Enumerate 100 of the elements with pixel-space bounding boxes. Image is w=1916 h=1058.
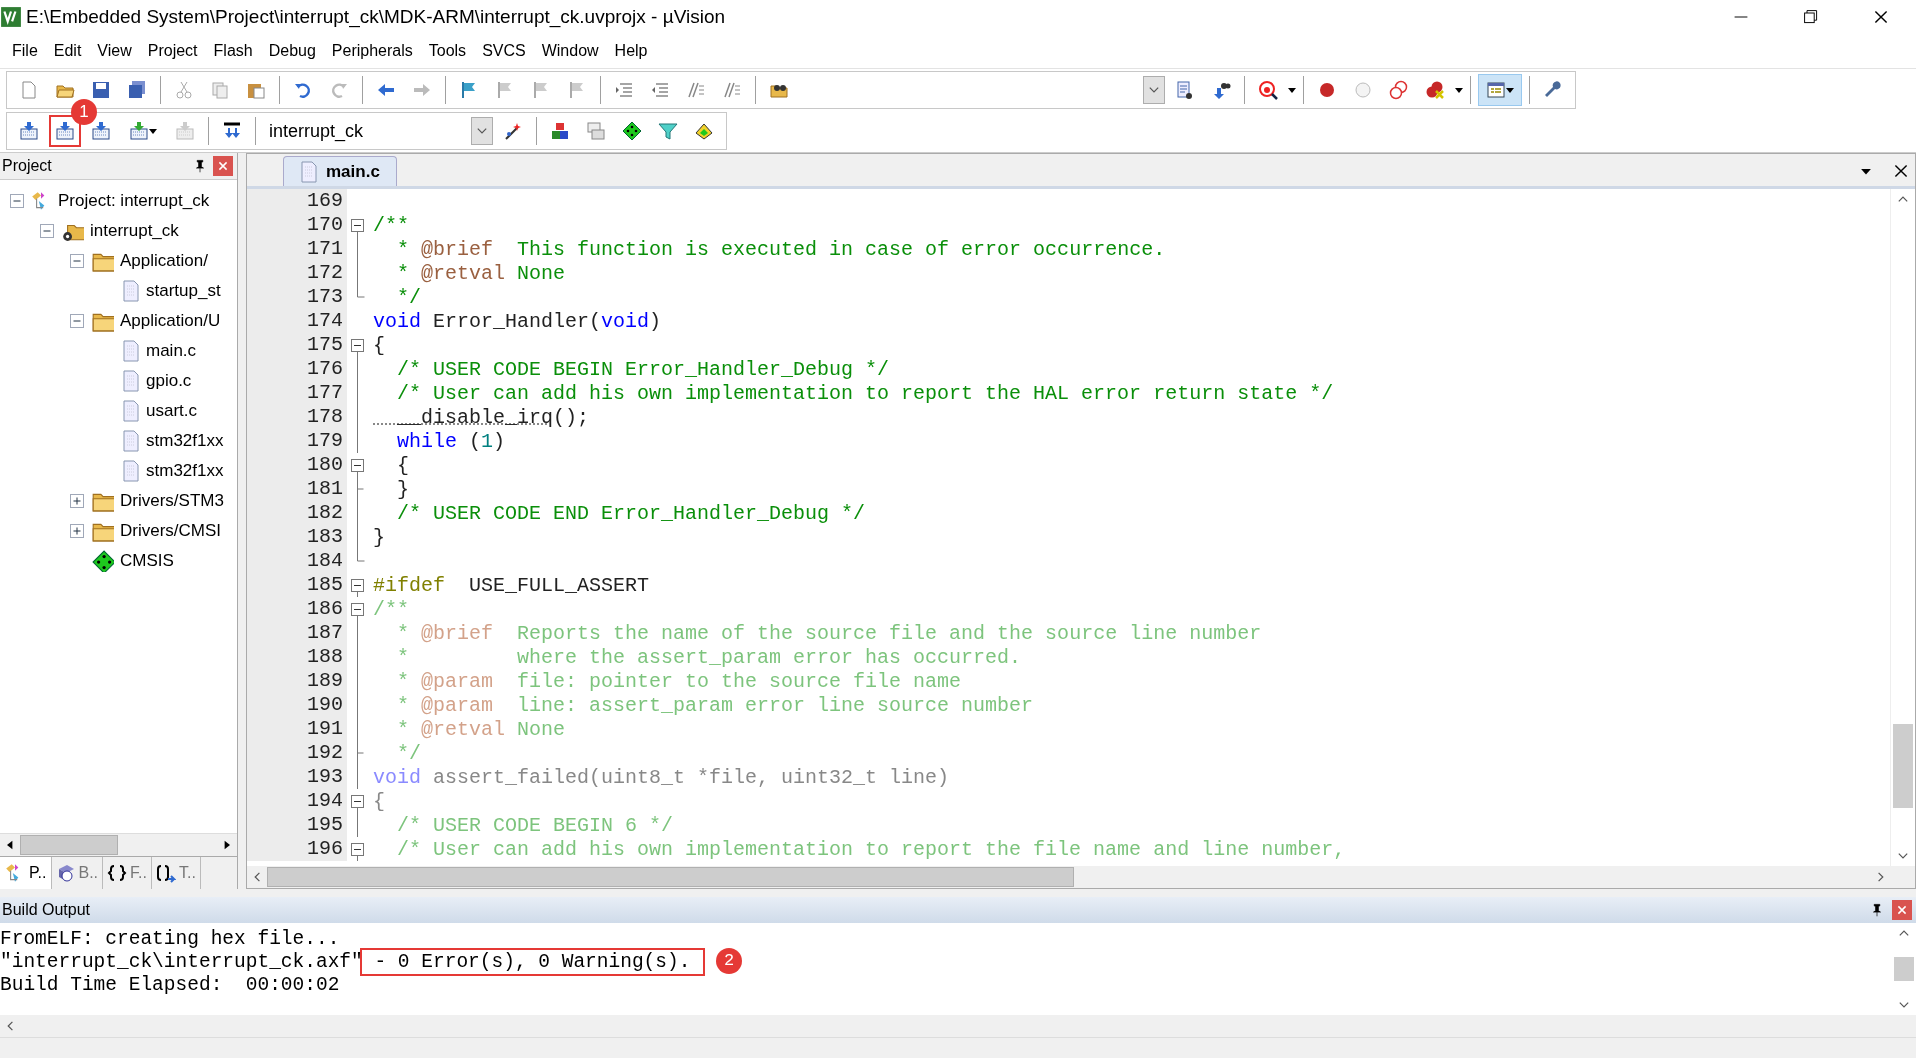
file-icon: [122, 340, 140, 362]
fold-line: [357, 813, 358, 837]
target-select[interactable]: interrupt_ck: [263, 116, 493, 146]
collapse-toggle[interactable]: [70, 254, 84, 268]
collapse-toggle[interactable]: [40, 224, 54, 238]
menu-item[interactable]: Help: [606, 38, 656, 64]
caret-icon: [1506, 87, 1514, 93]
code-line: }: [373, 525, 385, 549]
fold-toggle[interactable]: [351, 459, 364, 477]
tree-item[interactable]: gpio.c: [146, 371, 192, 391]
menu-item[interactable]: Flash: [205, 38, 261, 64]
expand-toggle[interactable]: [70, 494, 84, 508]
menu-item[interactable]: Debug: [260, 38, 324, 64]
panel-close-button[interactable]: [1892, 900, 1912, 920]
window-layout-icon: [1486, 80, 1506, 100]
code-line: /* User can add his own implementation to report the HAL error return state */: [396, 381, 1334, 405]
caret-icon: [1455, 87, 1463, 93]
caret-icon: [1288, 87, 1296, 93]
code-line: * @brief This function is executed in case of error occurrence.: [396, 237, 1166, 261]
code-line: }: [396, 477, 409, 501]
code-line: void assert_failed(uint8_t *file, uint32_t line): [373, 765, 950, 789]
line-number: 193: [247, 765, 347, 789]
line-number: 171: [247, 237, 347, 261]
window-layout-button[interactable]: [1478, 74, 1522, 106]
fold-toggle[interactable]: [351, 843, 364, 861]
code-line: /* User can add his own implementation to report the file name and line number,: [396, 837, 1346, 861]
line-number: 170: [247, 213, 347, 237]
file-icon: [122, 370, 140, 392]
menu-item[interactable]: Tools: [420, 38, 475, 64]
diamond-pack-icon: [694, 121, 714, 141]
minimize-icon: [1733, 16, 1749, 18]
line-number: 184: [247, 549, 347, 573]
menu-item[interactable]: Project: [139, 38, 206, 64]
tree-item[interactable]: interrupt_ck: [90, 221, 179, 241]
scrollbar-thumb[interactable]: [267, 867, 1074, 887]
tree-item[interactable]: Application/: [120, 251, 208, 271]
panel-tab[interactable]: P..: [0, 857, 52, 889]
line-number: 186: [247, 597, 347, 621]
tree-item[interactable]: Drivers/STM3: [120, 491, 224, 511]
code-line: /* USER CODE BEGIN 6 */: [396, 813, 674, 837]
code-line: * @brief Reports the name of the source file and the source line number: [396, 621, 1262, 645]
save-icon: [91, 80, 111, 100]
line-number: 195: [247, 813, 347, 837]
fold-toggle[interactable]: [351, 795, 364, 813]
menu-item[interactable]: Edit: [45, 38, 90, 64]
line-number: 173: [247, 285, 347, 309]
callout-badge: 1: [71, 99, 97, 125]
dots-cross-icon: [1425, 80, 1445, 100]
scrollbar-thumb[interactable]: [1893, 724, 1913, 808]
code-line: */: [396, 285, 421, 309]
code-line: * @retval None: [396, 717, 566, 741]
line-number: 188: [247, 645, 347, 669]
line-number: 189: [247, 669, 347, 693]
templates-icon: [155, 863, 176, 883]
line-number: 190: [247, 693, 347, 717]
panel-title: Build Output: [2, 901, 92, 919]
stacked-windows-icon: [586, 121, 606, 141]
menu-item[interactable]: File: [4, 38, 46, 64]
output-text: "interrupt_ck\interrupt_ck.axf": [0, 950, 363, 973]
tree-item[interactable]: usart.c: [146, 401, 198, 421]
tree-item[interactable]: Application/U: [120, 311, 221, 331]
tree-item[interactable]: Drivers/CMSI: [120, 521, 222, 541]
fold-toggle[interactable]: [351, 219, 364, 237]
fold-toggle[interactable]: [351, 339, 364, 357]
menu-item[interactable]: View: [89, 38, 140, 64]
breakpoint-icon: [1317, 80, 1337, 100]
wrench-icon: [1543, 80, 1563, 100]
fold-toggle[interactable]: [351, 603, 364, 621]
code-line: __disable_irq();: [396, 405, 590, 429]
code-line: /* USER CODE END Error_Handler_Debug */: [396, 501, 866, 525]
line-number: 180: [247, 453, 347, 477]
tree-item[interactable]: main.c: [146, 341, 197, 361]
tree-item[interactable]: Project: interrupt_ck: [58, 191, 210, 211]
tree-item[interactable]: stm32f1xx: [146, 431, 224, 451]
code-line: * @param file: pointer to the source file name: [396, 669, 962, 693]
panel-close-button[interactable]: [213, 156, 233, 176]
scrollbar-thumb[interactable]: [1894, 957, 1914, 981]
line-number: 191: [247, 717, 347, 741]
line-number: 185: [247, 573, 347, 597]
collapse-toggle[interactable]: [10, 194, 24, 208]
save-all-icon: [127, 80, 147, 100]
component-icon: [92, 550, 114, 572]
fold-toggle[interactable]: [351, 579, 364, 597]
tree-item[interactable]: stm32f1xx: [146, 461, 224, 481]
rebuild-icon: [91, 121, 111, 141]
menu-item[interactable]: Window: [533, 38, 607, 64]
line-number: 175: [247, 333, 347, 357]
menu-item[interactable]: SVCS: [474, 38, 534, 64]
code-line: * @param line: assert_param error line source number: [396, 693, 1034, 717]
menu-item[interactable]: Peripherals: [323, 38, 421, 64]
tree-item[interactable]: CMSIS: [120, 551, 174, 571]
file-icon: [122, 400, 140, 422]
line-number: 183: [247, 525, 347, 549]
functions-icon: [107, 863, 128, 883]
scrollbar-thumb[interactable]: [20, 835, 118, 855]
collapse-toggle[interactable]: [70, 314, 84, 328]
expand-toggle[interactable]: [70, 524, 84, 538]
tree-item[interactable]: startup_st: [146, 281, 221, 301]
file-tab[interactable]: main.c: [283, 156, 397, 186]
line-number: 169: [247, 189, 347, 213]
